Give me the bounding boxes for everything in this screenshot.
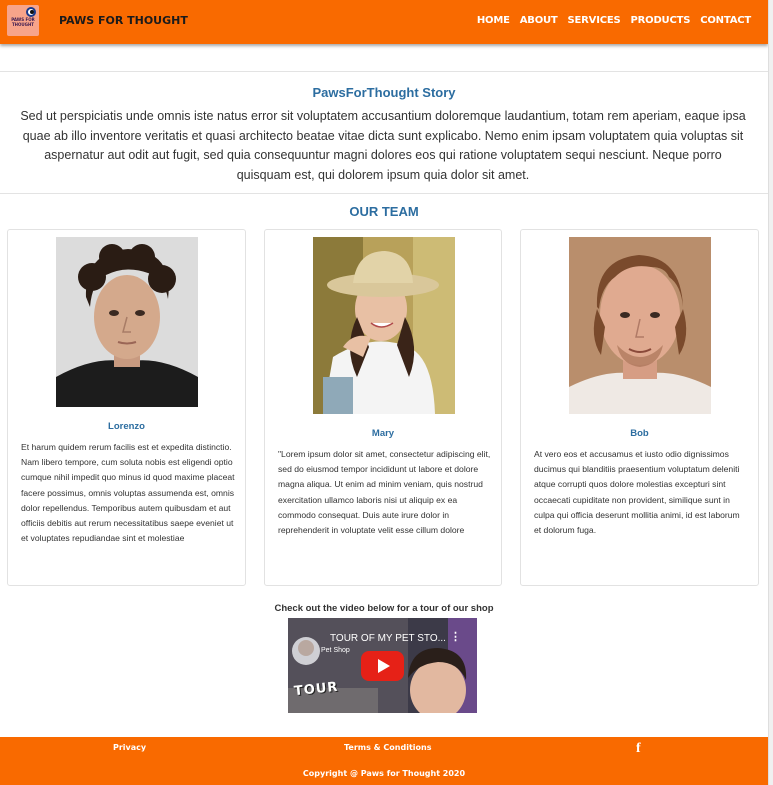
divider [0, 71, 768, 72]
video-embed[interactable]: TOUR OF MY PET STO... ⋮ Pet Shop TOUR [288, 618, 477, 713]
footer-copyright: Copyright @ Paws for Thought 2020 [302, 769, 466, 778]
lorenzo-photo [56, 237, 198, 407]
logo-eye-icon [26, 7, 36, 17]
story-title: PawsForThought Story [312, 85, 456, 100]
member-name: Bob [630, 428, 649, 439]
nav-services[interactable]: SERVICES [568, 15, 621, 26]
video-caption: Check out the video below for a tour of … [274, 603, 494, 614]
main-nav: HOME ABOUT SERVICES PRODUCTS CONTACT [477, 15, 751, 26]
bob-photo [569, 237, 711, 414]
nav-about[interactable]: ABOUT [520, 15, 558, 26]
play-icon[interactable] [361, 651, 404, 681]
scrollbar[interactable] [768, 0, 773, 785]
nav-products[interactable]: PRODUCTS [631, 15, 691, 26]
mary-photo [313, 237, 455, 414]
facebook-icon[interactable]: f [636, 741, 641, 757]
footer-privacy-link[interactable]: Privacy [113, 743, 146, 752]
logo[interactable]: PAWS FOR THOUGHT [7, 5, 39, 36]
video-badge-text: Pet Shop [321, 647, 350, 654]
member-bio: Et harum quidem rerum facilis est et exp… [21, 442, 235, 544]
member-name: Lorenzo [108, 421, 145, 432]
story-text: Sed ut perspiciatis unde omnis iste natu… [20, 109, 746, 182]
site-footer: Privacy Terms & Conditions f Copyright @… [0, 737, 768, 785]
divider [0, 193, 768, 194]
member-name: Mary [371, 428, 395, 439]
brand-name[interactable]: PAWS FOR THOUGHT [59, 14, 188, 27]
more-options-icon[interactable]: ⋮ [450, 630, 461, 643]
footer-terms-link[interactable]: Terms & Conditions [344, 743, 431, 752]
team-card-mary: Mary "Lorem ipsum dolor sit amet, consec… [264, 229, 502, 586]
video-title[interactable]: TOUR OF MY PET STO... [330, 633, 446, 644]
member-bio: At vero eos et accusamus et iusto odio d… [534, 449, 740, 536]
site-header: PAWS FOR THOUGHT PAWS FOR THOUGHT HOME A… [0, 0, 768, 44]
logo-text: PAWS FOR THOUGHT [11, 17, 35, 27]
team-card-bob: Bob At vero eos et accusamus et iusto od… [520, 229, 759, 586]
member-bio: "Lorem ipsum dolor sit amet, consectetur… [278, 449, 491, 536]
nav-home[interactable]: HOME [477, 15, 510, 26]
team-card-lorenzo: Lorenzo Et harum quidem rerum facilis es… [7, 229, 246, 586]
nav-contact[interactable]: CONTACT [700, 15, 751, 26]
team-title: OUR TEAM [349, 204, 419, 219]
